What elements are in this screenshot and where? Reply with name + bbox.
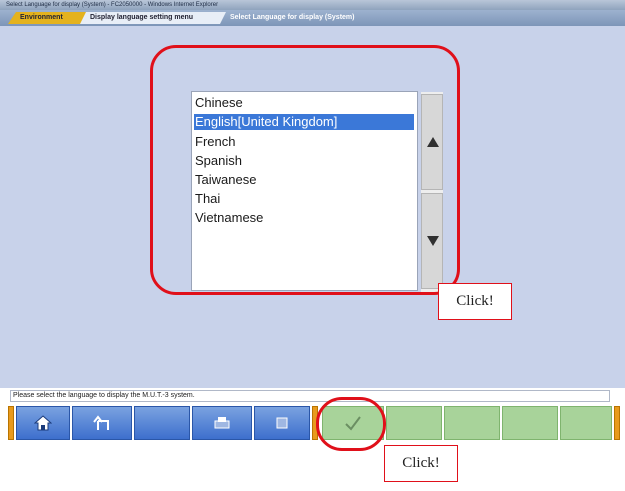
- toolbar-green-button-3: [444, 406, 500, 440]
- list-highlight-outline: [150, 45, 460, 295]
- toolbar-green-button-5: [560, 406, 612, 440]
- stop-icon: [276, 417, 288, 429]
- back-button[interactable]: [72, 406, 132, 440]
- toolbar-left-cap: [8, 406, 14, 440]
- window-title-bar: Select Language for display (System) - F…: [0, 0, 625, 10]
- bottom-toolbar: [0, 403, 625, 443]
- back-arrow-icon: [93, 415, 109, 430]
- stop-button[interactable]: [254, 406, 310, 440]
- breadcrumb: Environment Display language setting men…: [0, 10, 625, 26]
- home-icon: [34, 415, 52, 431]
- print-icon: [214, 417, 230, 429]
- toolbar-green-button-2: [386, 406, 442, 440]
- status-message: Please select the language to display th…: [10, 390, 610, 402]
- home-button[interactable]: [16, 406, 70, 440]
- breadcrumb-item-display-language-menu[interactable]: Display language setting menu: [80, 12, 226, 24]
- click-callout-ok: Click!: [384, 445, 458, 482]
- click-callout-list: Click!: [438, 283, 512, 320]
- ok-highlight-outline: [316, 397, 386, 451]
- window-title: Select Language for display (System) - F…: [6, 2, 219, 8]
- toolbar-empty-button: [134, 406, 190, 440]
- breadcrumb-item-environment[interactable]: Environment: [8, 12, 88, 24]
- toolbar-right-cap: [614, 406, 620, 440]
- page-title: Select Language for display (System): [230, 14, 355, 21]
- toolbar-green-button-4: [502, 406, 558, 440]
- print-button[interactable]: [192, 406, 252, 440]
